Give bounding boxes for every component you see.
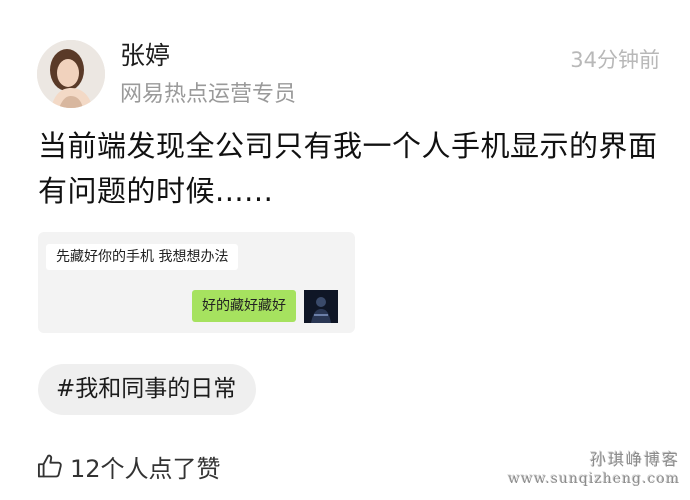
like-button[interactable]: 12个人点了赞 <box>36 446 221 486</box>
like-count: 12个人点了赞 <box>70 454 221 483</box>
post-image[interactable]: 先藏好你的手机 我想想办法 好的藏好藏好 <box>38 232 355 333</box>
post-card: 张婷 网易热点运营专员 34分钟前 当前端发现全公司只有我一个人手机显示的界面有… <box>0 0 690 500</box>
author-name[interactable]: 张婷 <box>120 40 170 72</box>
chat-avatar <box>304 290 338 323</box>
chat-bubble-incoming: 先藏好你的手机 我想想办法 <box>46 244 239 270</box>
watermark: 孙琪峥博客 www.sunqizheng.com <box>508 450 680 488</box>
chat-bubble-outgoing: 好的藏好藏好 <box>192 290 296 322</box>
thumbs-up-icon <box>37 454 62 478</box>
watermark-url: www.sunqizheng.com <box>507 471 680 487</box>
avatar[interactable] <box>37 40 105 108</box>
watermark-title: 孙琪峥博客 <box>589 450 680 469</box>
avatar-photo <box>37 40 105 108</box>
chat-avatar-image <box>304 290 338 323</box>
author-title: 网易热点运营专员 <box>120 82 297 107</box>
post-text: 当前端发现全公司只有我一个人手机显示的界面有问题的时候...... <box>38 129 658 208</box>
post-timestamp: 34分钟前 <box>570 48 660 72</box>
topic-tag[interactable]: #我和同事的日常 <box>38 364 257 415</box>
